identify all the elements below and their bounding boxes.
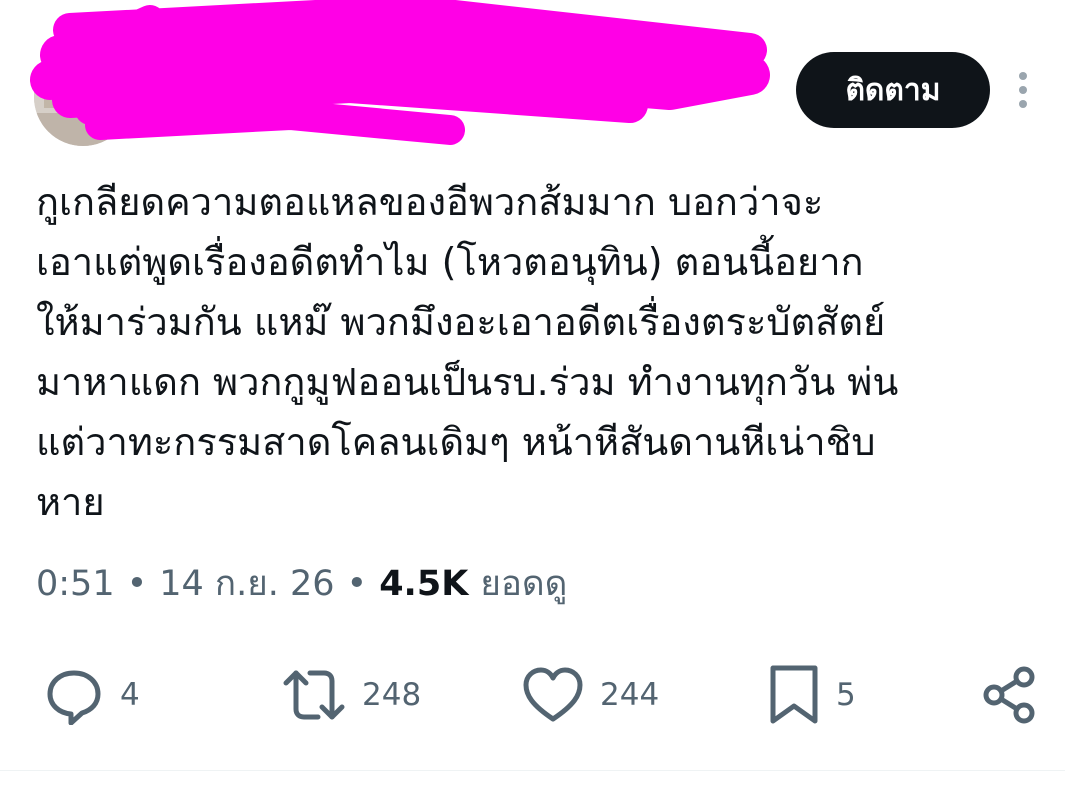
meta-separator: • xyxy=(346,563,368,604)
post-header: _ ติดตาม xyxy=(0,0,1065,150)
repost-button[interactable]: 248 xyxy=(282,660,421,730)
like-count: 244 xyxy=(600,677,660,713)
bookmark-button[interactable]: 5 xyxy=(768,660,856,730)
post-meta: 0:51 • 14 ก.ย. 26 • 4.5K ยอดดู xyxy=(36,556,567,611)
views-count[interactable]: 4.5K xyxy=(379,564,468,604)
reply-icon xyxy=(47,670,101,725)
meta-separator: • xyxy=(126,563,148,604)
views-label: ยอดดู xyxy=(480,564,568,604)
share-button[interactable] xyxy=(980,660,1040,730)
follow-button[interactable]: ติดตาม xyxy=(796,52,990,128)
action-bar: 4 248 244 5 xyxy=(0,660,1065,730)
more-icon[interactable] xyxy=(1010,70,1036,110)
like-icon xyxy=(523,667,583,722)
like-button[interactable]: 244 xyxy=(522,660,659,730)
share-icon xyxy=(983,666,1035,724)
redaction-scribble xyxy=(30,0,770,145)
reply-button[interactable]: 4 xyxy=(44,660,140,730)
reply-count: 4 xyxy=(120,677,140,713)
divider xyxy=(0,770,1065,771)
post-text: กูเกลียดความตอแหลของอีพวกส้มมาก บอกว่าจะ… xyxy=(36,180,899,524)
bookmark-icon xyxy=(770,665,818,724)
repost-count: 248 xyxy=(362,677,422,713)
post-time[interactable]: 0:51 xyxy=(36,564,115,604)
bookmark-count: 5 xyxy=(836,677,856,713)
post-date[interactable]: 14 ก.ย. 26 xyxy=(159,556,334,611)
repost-icon xyxy=(283,670,345,720)
